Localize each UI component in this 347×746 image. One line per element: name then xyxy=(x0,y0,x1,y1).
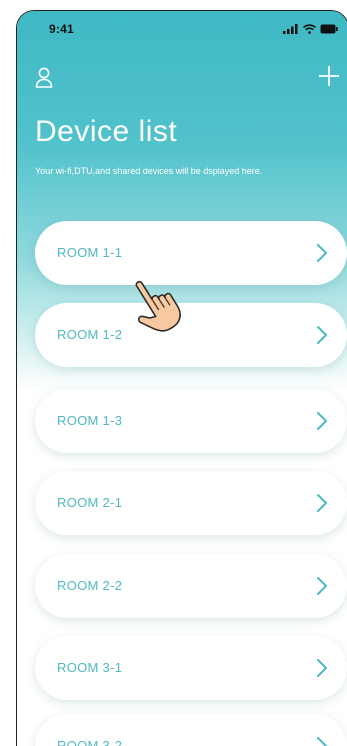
room-label: ROOM 2-2 xyxy=(57,578,123,593)
chevron-right-icon xyxy=(317,244,327,262)
room-item-3-1[interactable]: ROOM 3-1 xyxy=(35,636,347,700)
room-label: ROOM 1-1 xyxy=(57,245,123,260)
room-item-2-1[interactable]: ROOM 2-1 xyxy=(35,471,347,535)
wifi-icon xyxy=(303,24,316,34)
hand-pointer-icon xyxy=(135,280,181,332)
chevron-right-icon xyxy=(317,577,327,595)
chevron-right-icon xyxy=(317,326,327,344)
room-item-2-2[interactable]: ROOM 2-2 xyxy=(35,554,347,618)
chevron-right-icon xyxy=(317,737,327,746)
chevron-right-icon xyxy=(317,494,327,512)
battery-icon xyxy=(320,24,338,34)
page-subtitle: Your wi-fi,DTU,and shared devices will b… xyxy=(35,166,263,176)
room-label: ROOM 2-1 xyxy=(57,495,123,510)
page-title: Device list xyxy=(35,115,178,148)
plus-icon[interactable] xyxy=(318,65,340,87)
status-time: 9:41 xyxy=(49,22,74,36)
chevron-right-icon xyxy=(317,659,327,677)
top-nav xyxy=(17,63,347,95)
room-label: ROOM 3-1 xyxy=(57,660,123,675)
status-bar: 9:41 xyxy=(17,11,347,51)
signal-icon xyxy=(283,24,298,34)
phone-screen: 9:41 Device list Your wi-fi,DTU,and shar… xyxy=(16,10,347,746)
room-label: ROOM 1-3 xyxy=(57,413,123,428)
room-label: ROOM 1-2 xyxy=(57,327,123,342)
status-icons xyxy=(283,24,338,34)
room-item-1-3[interactable]: ROOM 1-3 xyxy=(35,389,347,453)
room-label: ROOM 3-2 xyxy=(57,738,123,746)
room-item-3-2[interactable]: ROOM 3-2 xyxy=(35,714,347,746)
user-icon[interactable] xyxy=(35,67,53,89)
chevron-right-icon xyxy=(317,412,327,430)
